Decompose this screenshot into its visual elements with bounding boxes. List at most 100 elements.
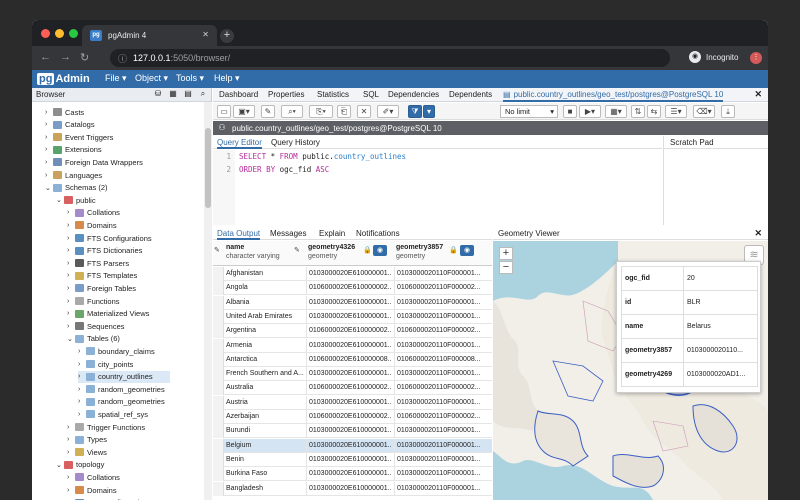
table-row[interactable]: Afghanistan 0103000020E610000001... 010300… <box>213 267 492 281</box>
close-query-tab-icon[interactable]: ✕ <box>754 89 762 100</box>
clear-icon[interactable]: ⌫▾ <box>693 105 715 118</box>
expand-icon[interactable]: › <box>67 209 75 216</box>
expand-icon[interactable]: › <box>78 361 86 368</box>
tree-node[interactable]: › Foreign Tables <box>67 282 136 294</box>
expand-icon[interactable]: › <box>78 386 86 393</box>
expand-icon[interactable]: › <box>67 298 75 305</box>
tree-node[interactable]: › random_geometries <box>78 396 165 408</box>
cell-geometry4326[interactable]: 0106000020E610000002... <box>306 410 392 424</box>
row-selector[interactable] <box>213 438 224 453</box>
connection-status-icon[interactable]: ⚇ <box>216 123 228 133</box>
back-icon[interactable]: ← <box>40 51 51 63</box>
view-geometry-button[interactable]: ◉ <box>373 245 387 256</box>
row-selector[interactable] <box>213 424 224 439</box>
cell-geometry4326[interactable]: 0106000020E610000002... <box>306 381 392 396</box>
row-selector[interactable] <box>213 352 224 367</box>
grid-view-icon[interactable]: ▦ <box>167 89 179 100</box>
row-selector[interactable] <box>213 381 224 396</box>
row-selector[interactable] <box>213 395 224 410</box>
tree-scrollbar-thumb[interactable] <box>205 128 211 208</box>
macros-icon[interactable]: ☰▾ <box>665 105 687 118</box>
expand-icon[interactable]: › <box>67 222 75 229</box>
cell-geometry4326[interactable]: 0103000020E610000001... <box>306 267 392 281</box>
maximize-window-button[interactable] <box>69 29 78 38</box>
filter-icon[interactable]: ⧩ <box>408 105 422 118</box>
tree-node[interactable]: ⌄ topology <box>56 459 104 471</box>
expand-icon[interactable]: › <box>67 247 75 254</box>
cell-geometry4326[interactable]: 0103000020E610000001... <box>306 438 392 453</box>
expand-icon[interactable]: › <box>78 398 86 405</box>
tab-dependencies[interactable]: Dependencies <box>388 90 439 99</box>
tree-node[interactable]: › city_points <box>78 358 133 370</box>
table-row[interactable]: Albania 0103000020E610000001... 0103000020… <box>213 295 492 310</box>
cell-geometry4326[interactable]: 0103000020E610000001... <box>306 395 392 410</box>
tree-node[interactable]: › Extensions <box>45 144 102 156</box>
browser-menu-icon[interactable]: ⋮ <box>750 52 762 64</box>
cell-geometry4326[interactable]: 0103000020E610000001... <box>306 309 392 324</box>
tree-node[interactable]: ⌄ Schemas (2) <box>45 182 108 194</box>
cell-geometry3857[interactable]: 0103000020110F000001... <box>394 481 482 496</box>
expand-icon[interactable]: › <box>45 109 53 116</box>
close-window-button[interactable] <box>41 29 50 38</box>
expand-icon[interactable]: › <box>78 373 86 380</box>
tree-node[interactable]: ⌄ Tables (6) <box>67 333 120 345</box>
filter-dropdown-icon[interactable]: ▾ <box>423 105 435 118</box>
cell-geometry3857[interactable]: 0103000020110F000001... <box>394 395 482 410</box>
expand-icon[interactable]: › <box>45 134 53 141</box>
cell-geometry3857[interactable]: 0106000020110F000002... <box>394 281 482 296</box>
minimize-window-button[interactable] <box>55 29 64 38</box>
tree-node[interactable]: › Domains <box>67 484 117 496</box>
tree-node[interactable]: › Event Triggers <box>45 131 113 143</box>
tree-node[interactable]: › spatial_ref_sys <box>78 408 148 420</box>
tree-node[interactable]: › FTS Dictionaries <box>67 245 142 257</box>
table-row[interactable]: Austria 0103000020E610000001... 0103000020… <box>213 395 492 410</box>
expand-icon[interactable]: › <box>67 235 75 242</box>
table-row[interactable]: Belgium 0103000020E610000001... 0103000020… <box>213 438 492 453</box>
search-icon[interactable]: ⌕ <box>197 89 209 100</box>
copy-icon[interactable]: ⎘▾ <box>309 105 333 118</box>
row-selector[interactable] <box>213 481 224 496</box>
row-selector[interactable] <box>213 309 224 324</box>
tree-node[interactable]: › Collations <box>67 471 120 483</box>
expand-icon[interactable]: › <box>67 474 75 481</box>
zoom-in-button[interactable]: + <box>499 247 513 260</box>
menu-file[interactable]: File ▾ <box>105 73 127 84</box>
tab-properties[interactable]: Properties <box>268 90 304 99</box>
cell-geometry4326[interactable]: 0103000020E610000001... <box>306 338 392 353</box>
cell-geometry3857[interactable]: 0103000020110F000001... <box>394 295 482 310</box>
cell-geometry4326[interactable]: 0103000020E610000001... <box>306 452 392 467</box>
cell-geometry3857[interactable]: 0106000020110F000002... <box>394 410 482 424</box>
cell-name[interactable]: United Arab Emirates <box>226 310 304 324</box>
collapse-icon[interactable]: ⌄ <box>56 196 64 204</box>
cell-geometry3857[interactable]: 0103000020110F000001... <box>394 367 482 382</box>
cell-geometry3857[interactable]: 0103000020110F000001... <box>394 338 482 353</box>
table-row[interactable]: Australia 0106000020E610000002... 01060000… <box>213 381 492 396</box>
tree-scrollbar[interactable] <box>204 102 212 500</box>
tree-node[interactable]: › boundary_claims <box>78 345 155 357</box>
cell-name[interactable]: Angola <box>226 281 304 295</box>
close-geometry-viewer-icon[interactable]: ✕ <box>754 227 762 240</box>
tab-explain[interactable]: Explain <box>319 229 345 238</box>
collapse-icon[interactable]: ⌄ <box>56 461 64 469</box>
expand-icon[interactable]: › <box>67 449 75 456</box>
tree-node[interactable]: › Foreign Data Wrappers <box>45 156 143 168</box>
cell-name[interactable]: Azerbaijan <box>226 410 304 424</box>
cell-geometry3857[interactable]: 0103000020110F000001... <box>394 309 482 324</box>
expand-icon[interactable]: › <box>45 172 53 179</box>
tab-query-editor[interactable]: Query Editor <box>217 138 262 149</box>
table-row[interactable]: Antarctica 0106000020E610000008... 0106000… <box>213 352 492 367</box>
cell-name[interactable]: Bangladesh <box>226 482 304 496</box>
cell-geometry3857[interactable]: 0103000020110F000001... <box>394 267 482 281</box>
delete-icon[interactable]: ✕ <box>357 105 371 118</box>
cell-geometry4326[interactable]: 0103000020E610000001... <box>306 424 392 439</box>
zoom-out-button[interactable]: − <box>499 261 513 274</box>
scratch-pad-panel[interactable]: Scratch Pad <box>663 136 768 225</box>
table-row[interactable]: Argentina 0106000020E610000002... 01060000… <box>213 324 492 339</box>
cell-name[interactable]: Australia <box>226 381 304 395</box>
tree-node[interactable]: › Domains <box>67 219 117 231</box>
expand-icon[interactable]: › <box>67 424 75 431</box>
cell-geometry4326[interactable]: 0106000020E610000002... <box>306 324 392 339</box>
row-selector[interactable] <box>213 324 224 339</box>
row-selector[interactable] <box>213 281 224 296</box>
find-icon[interactable]: ⌕▾ <box>281 105 303 118</box>
